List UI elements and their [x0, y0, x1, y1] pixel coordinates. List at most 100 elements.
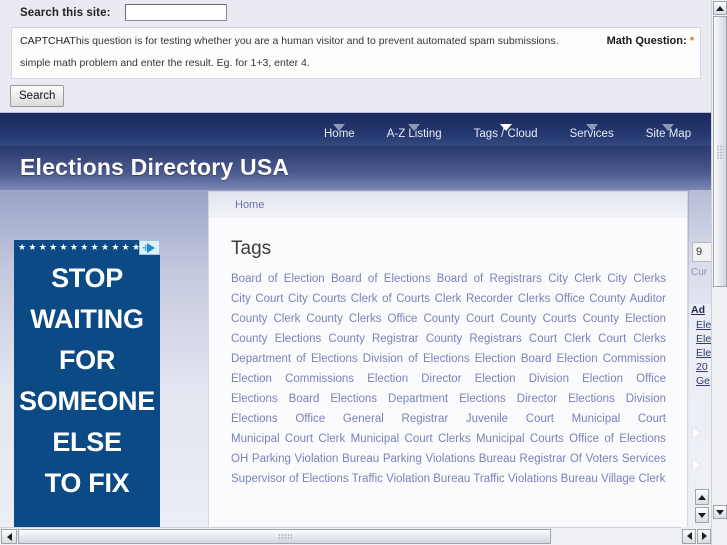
scroll-left-button[interactable] [1, 529, 17, 544]
breadcrumb: Home [208, 191, 688, 218]
tag-link[interactable]: Municipal Court Clerks [351, 433, 471, 445]
vertical-scrollbar-thumb[interactable] [713, 16, 727, 287]
tag-link[interactable]: Election Office [582, 373, 666, 385]
tag-link[interactable]: County Clerk [231, 313, 300, 325]
tag-link[interactable]: Court Clerks [598, 333, 666, 345]
search-submit-button[interactable]: Search [10, 85, 65, 107]
tag-link[interactable]: Traffic Violation Bureau [352, 473, 471, 485]
tag-link[interactable]: Village Clerk [601, 473, 665, 485]
ad-line: WAITING [30, 304, 144, 334]
tag-link[interactable]: Municipal Court Clerk [231, 433, 345, 445]
vertical-scrollbar[interactable] [711, 0, 727, 545]
tag-link[interactable]: Court Clerk [529, 333, 591, 345]
scroll-down-button-outer[interactable] [713, 505, 727, 519]
page-title: Tags [231, 238, 272, 259]
search-input[interactable] [124, 4, 227, 21]
scroll-left-button-2[interactable] [682, 528, 696, 544]
nav-item-site-map[interactable]: Site Map [630, 124, 707, 146]
sidebar-link[interactable]: Ele [689, 346, 711, 360]
tag-link[interactable]: Clerk of Courts [351, 293, 430, 305]
tag-link[interactable]: Board of Elections [331, 273, 430, 285]
tag-link[interactable]: City Court [231, 293, 283, 305]
ad-line: TO FIX [44, 468, 130, 498]
required-marker: * [689, 35, 694, 47]
tag-link[interactable]: Board of Registrars [437, 273, 542, 285]
adchoices-cross-icon: ✛ [142, 243, 150, 253]
search-row: Search this site: [0, 0, 711, 25]
tag-link[interactable]: Clerks Office [518, 293, 585, 305]
tag-link[interactable]: County Elections [231, 333, 321, 345]
nav-item-services[interactable]: Services [554, 124, 630, 146]
tag-link[interactable]: Elections Board [231, 393, 319, 405]
tag-link[interactable]: Traffic Violations Bureau [473, 473, 597, 485]
tag-link[interactable]: Supervisor of Elections [231, 473, 349, 485]
tag-link[interactable]: Parking Violations Bureau [383, 453, 516, 465]
tag-link[interactable]: City Clerks [607, 273, 666, 285]
tag-link[interactable]: Office of Elections [569, 433, 666, 445]
triangle-down-icon [499, 124, 512, 131]
sidebar-link[interactable]: Ge [689, 374, 711, 388]
tag-cloud-list: Board of Election Board of Elections Boa… [231, 269, 666, 489]
tag-link[interactable]: OH Parking Violation Bureau [231, 453, 379, 465]
tag-link[interactable]: County Courts [500, 313, 576, 325]
tag-link[interactable]: Election Division [475, 373, 569, 385]
tag-link[interactable]: Elections Director [459, 393, 557, 405]
captcha-text-line-1: CAPTCHAThis question is for testing whet… [20, 35, 696, 47]
tag-link[interactable]: County Court [423, 313, 494, 325]
tag-link[interactable]: Division of Elections [363, 353, 470, 365]
tag-link[interactable]: Clerk Recorder [435, 293, 514, 305]
arrow-left-icon [6, 532, 12, 541]
scroll-down-button[interactable] [695, 507, 709, 523]
tag-link[interactable]: County Auditor [589, 293, 666, 305]
scroll-up-button[interactable] [695, 489, 709, 505]
inner-vertical-scrollbar[interactable] [694, 489, 710, 527]
tag-link[interactable]: Municipal Court [572, 413, 666, 425]
nav-item-tags-cloud[interactable]: Tags / Cloud [458, 124, 554, 146]
adchoices-icon[interactable]: ✛ [139, 240, 160, 255]
tag-link[interactable]: Elections Department [330, 393, 448, 405]
horizontal-scrollbar[interactable] [0, 527, 681, 545]
tag-link[interactable]: City Clerk [548, 273, 601, 285]
breadcrumb-home-link[interactable]: Home [235, 199, 264, 211]
visitor-counter-value: 9 [692, 242, 711, 262]
tag-link[interactable]: County Election [583, 313, 666, 325]
scroll-up-button-outer[interactable] [713, 1, 727, 15]
triangle-down-icon [662, 124, 675, 131]
triangle-down-icon [585, 124, 598, 131]
advertisement-banner[interactable]: ★★★★★★★★★★★★★★ ✛ STOP WAITING FOR SOMEON… [14, 240, 160, 527]
captcha-title: CAPTCHA [20, 35, 70, 47]
tag-link[interactable]: Municipal Courts [476, 433, 564, 445]
triangle-bullet-icon [693, 460, 701, 470]
horizontal-scrollbar-thumb[interactable] [18, 529, 551, 544]
tag-link[interactable]: Election Director [367, 373, 461, 385]
tag-link[interactable]: Juvenile Court [466, 413, 554, 425]
math-question-label: Math Question: [606, 35, 687, 47]
tag-link[interactable]: County Registrar [328, 333, 418, 345]
sidebar-link[interactable]: 20 [689, 360, 711, 374]
tag-link[interactable]: Registrar Of Voters [520, 453, 619, 465]
tag-link[interactable]: Election Commission [557, 353, 666, 365]
nav-item-home[interactable]: Home [308, 124, 371, 146]
tag-link[interactable]: Election Commissions [231, 373, 354, 385]
tag-link[interactable]: General Registrar [343, 413, 448, 425]
math-question-label-group: Math Question: * [607, 35, 694, 47]
tag-link[interactable]: City Courts [288, 293, 346, 305]
sidebar-link[interactable]: Ele [689, 318, 711, 332]
grip-dots-icon [277, 533, 292, 540]
ad-line: FOR [58, 345, 116, 375]
tag-link[interactable]: Elections Office [231, 413, 325, 425]
tag-link[interactable]: Services [622, 453, 666, 465]
tag-link[interactable]: Board of Election [231, 273, 325, 285]
scroll-right-button-2[interactable] [697, 528, 711, 544]
sidebar-link[interactable]: Ele [689, 332, 711, 346]
site-header-band: Elections Directory USA [0, 146, 711, 190]
tag-link[interactable]: County Clerks Office [306, 313, 417, 325]
tag-link[interactable]: Election Board [475, 353, 552, 365]
nav-item-a-z-listing[interactable]: A-Z Listing [371, 124, 458, 146]
page-viewport: Search this site: CAPTCHAThis question i… [0, 0, 711, 527]
arrow-up-icon [698, 494, 706, 500]
ad-line: STOP [51, 263, 123, 293]
tag-link[interactable]: County Registrars [426, 333, 522, 345]
tag-link[interactable]: Department of Elections [231, 353, 358, 365]
tag-link[interactable]: Elections Division [568, 393, 666, 405]
